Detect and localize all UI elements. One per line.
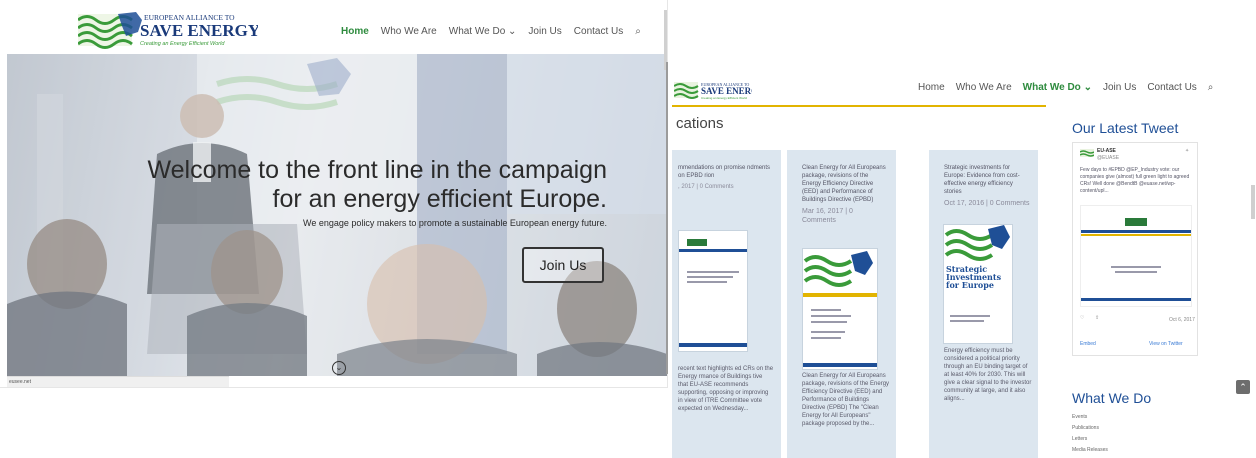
publication-card[interactable]: mmendations on promise ndments on EPBD r… [672, 150, 781, 458]
nav-contact-us[interactable]: Contact Us [1147, 82, 1196, 93]
svg-text:Creating an Energy Efficient W: Creating an Energy Efficient World [701, 96, 747, 100]
publication-thumbnail[interactable]: Strategic Investments for Europe [943, 224, 1013, 344]
card-description: recent text highlights ed CRs on the Ene… [678, 366, 774, 412]
card-title[interactable]: Strategic investments for Europe: Eviden… [944, 164, 1030, 196]
home-page-screenshot: EUROPEAN ALLIANCE TO SAVE ENERGY Creatin… [0, 0, 667, 387]
svg-text:SAVE ENERGY: SAVE ENERGY [701, 86, 752, 96]
like-heart-icon[interactable]: ♡ [1080, 315, 1084, 321]
scrollbar-thumb[interactable] [1251, 185, 1255, 219]
back-nav-menu: Home Who We Are What We Do ⌄ Join Us Con… [918, 82, 1213, 93]
what-we-do-item-media-releases[interactable]: Media Releases [1072, 445, 1108, 456]
svg-text:SAVE ENERGY: SAVE ENERGY [140, 21, 258, 40]
what-we-do-item-events[interactable]: Events [1072, 412, 1108, 423]
nav-home[interactable]: Home [341, 26, 369, 37]
tweet-image[interactable] [1080, 205, 1192, 307]
tweet-embed[interactable]: EU-ASE @EUASE ✦ Few days to #EPBD @EP_In… [1072, 142, 1198, 356]
nav-what-we-do[interactable]: What We Do ⌄ [1023, 82, 1092, 93]
nav-join-us[interactable]: Join Us [528, 26, 561, 37]
card-title[interactable]: mmendations on promise ndments on EPBD r… [678, 164, 773, 180]
chevron-down-icon: ⌄ [1083, 82, 1092, 93]
view-on-twitter-link[interactable]: View on Twitter [1149, 341, 1183, 347]
card-description: Energy efficiency must be considered a p… [944, 348, 1032, 402]
hero-headline: Welcome to the front line in the campaig… [147, 156, 607, 213]
what-we-do-list: Events Publications Letters Media Releas… [1072, 412, 1108, 456]
search-icon[interactable]: ⌕ [635, 26, 641, 37]
section-title: cations [676, 115, 724, 132]
hero-subheadline: We engage policy makers to promote a sus… [302, 218, 607, 228]
nav-home[interactable]: Home [918, 82, 945, 93]
card-description: Clean Energy for All Europeans package, … [802, 373, 890, 427]
search-icon[interactable]: ⌕ [1208, 82, 1214, 93]
twitter-bird-icon: ✦ [1185, 148, 1190, 154]
scroll-to-top-button[interactable]: ⌃ [1236, 380, 1250, 394]
tweet-heading: Our Latest Tweet [1072, 120, 1179, 136]
window-divider [666, 62, 668, 374]
chevron-down-icon: ⌄ [508, 26, 517, 37]
front-logo[interactable]: EUROPEAN ALLIANCE TO SAVE ENERGY Creatin… [78, 10, 258, 50]
card-meta: Oct 17, 2016 | 0 Comments [944, 200, 1030, 207]
nav-join-us[interactable]: Join Us [1103, 82, 1136, 93]
share-icon[interactable]: ⇪ [1095, 315, 1099, 321]
embed-link[interactable]: Embed [1080, 341, 1096, 347]
hero-background-photo [7, 54, 667, 376]
nav-contact-us[interactable]: Contact Us [574, 26, 623, 37]
thumbnail-title: Strategic Investments for Europe [946, 265, 1002, 290]
active-underline [672, 105, 1046, 107]
card-meta: , 2017 | 0 Comments [678, 184, 734, 190]
svg-text:Creating an Energy Efficient W: Creating an Energy Efficient World [140, 41, 225, 47]
scrollbar-thumb[interactable] [664, 10, 667, 70]
publications-page-screenshot: EUROPEAN ALLIANCE TO SAVE ENERGY Creatin… [640, 62, 1256, 458]
card-meta: Mar 16, 2017 | 0 Comments [802, 208, 853, 224]
tweet-date: Oct 6, 2017 [1169, 317, 1195, 323]
front-navbar: EUROPEAN ALLIANCE TO SAVE ENERGY Creatin… [0, 0, 667, 54]
what-we-do-item-publications[interactable]: Publications [1072, 423, 1108, 434]
card-title[interactable]: Clean Energy for All Europeans package, … [802, 164, 888, 204]
tweet-handle[interactable]: @EUASE [1097, 155, 1119, 161]
back-logo[interactable]: EUROPEAN ALLIANCE TO SAVE ENERGY Creatin… [674, 78, 752, 100]
nav-what-we-do[interactable]: What We Do ⌄ [449, 26, 517, 37]
back-navbar: EUROPEAN ALLIANCE TO SAVE ENERGY Creatin… [640, 62, 1256, 107]
nav-who-we-are[interactable]: Who We Are [956, 82, 1012, 93]
tweet-text: Few days to #EPBD @EP_Industry vote: our… [1080, 167, 1190, 194]
chevron-up-icon: ⌃ [1239, 382, 1247, 392]
publication-thumbnail[interactable] [802, 248, 878, 370]
publication-thumbnail[interactable] [678, 230, 748, 352]
status-bar-url: eusee.net [7, 376, 229, 387]
publication-card[interactable]: Strategic investments for Europe: Eviden… [929, 150, 1038, 458]
nav-who-we-are[interactable]: Who We Are [381, 26, 437, 37]
account-avatar [1079, 149, 1095, 157]
front-nav-menu: Home Who We Are What We Do ⌄ Join Us Con… [341, 26, 641, 37]
what-we-do-heading: What We Do [1072, 390, 1152, 406]
hero-banner: Welcome to the front line in the campaig… [7, 54, 667, 376]
join-us-button[interactable]: Join Us [522, 247, 604, 283]
publication-card[interactable]: Clean Energy for All Europeans package, … [787, 150, 896, 458]
scroll-down-icon[interactable]: ⌄ [332, 361, 346, 375]
what-we-do-item-letters[interactable]: Letters [1072, 434, 1108, 445]
tweet-account[interactable]: EU-ASE [1097, 148, 1116, 154]
